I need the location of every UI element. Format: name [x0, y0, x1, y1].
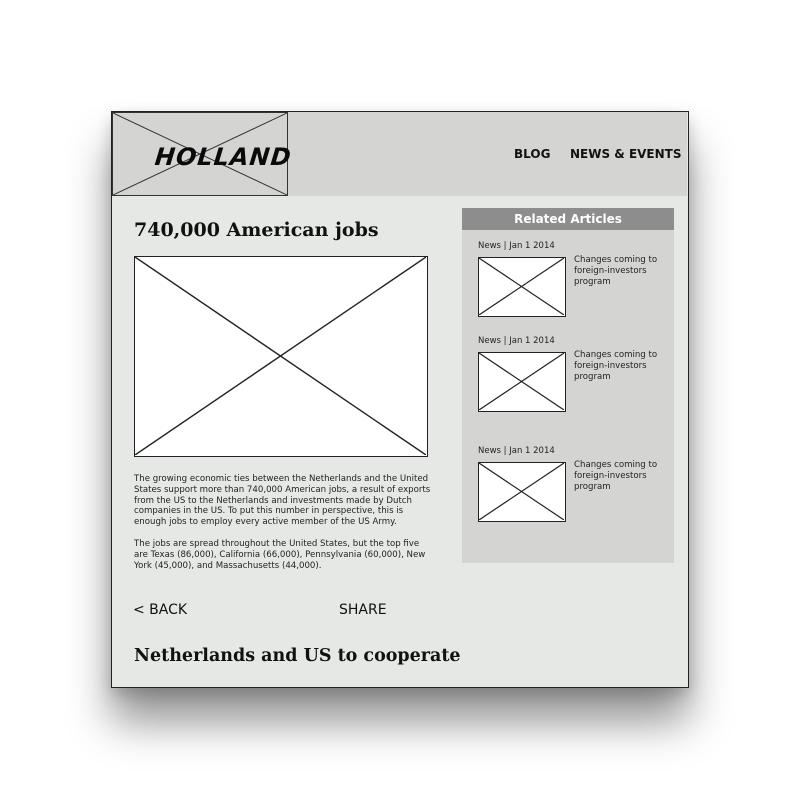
next-article-title[interactable]: Netherlands and US to cooperate — [134, 646, 461, 666]
article-title: 740,000 American jobs — [134, 219, 379, 241]
article-paragraph: The jobs are spread throughout the Unite… — [134, 539, 426, 571]
article-thumbnail[interactable] — [478, 462, 566, 522]
share-button[interactable]: SHARE — [339, 602, 387, 618]
article-paragraph: The growing economic ties between the Ne… — [134, 474, 431, 528]
placeholder-image-icon — [479, 463, 564, 520]
related-article-title[interactable]: Changes coming to foreign-investors prog… — [574, 255, 668, 287]
placeholder-image-icon — [479, 258, 564, 315]
logo-text: HOLLAND — [153, 143, 294, 171]
placeholder-image-icon — [135, 257, 426, 455]
related-articles-heading: Related Articles — [462, 208, 674, 230]
placeholder-image-icon — [479, 353, 564, 410]
nav-news-events[interactable]: NEWS & EVENTS — [570, 147, 682, 161]
article-meta: News | Jan 1 2014 — [478, 336, 555, 346]
article-thumbnail[interactable] — [478, 257, 566, 317]
article-thumbnail[interactable] — [478, 352, 566, 412]
logo-placeholder[interactable]: HOLLAND — [112, 112, 293, 196]
site-header: HOLLAND BLOG NEWS & EVENTS — [112, 112, 687, 196]
nav-blog[interactable]: BLOG — [514, 147, 550, 161]
related-article-title[interactable]: Changes coming to foreign-investors prog… — [574, 350, 668, 382]
hero-image-placeholder — [134, 256, 428, 457]
article-meta: News | Jan 1 2014 — [478, 446, 555, 456]
page-frame: HOLLAND BLOG NEWS & EVENTS 740,000 Ameri… — [111, 111, 689, 688]
related-articles-panel: Related Articles News | Jan 1 2014 Chang… — [462, 208, 674, 563]
related-article-title[interactable]: Changes coming to foreign-investors prog… — [574, 460, 668, 492]
back-button[interactable]: < BACK — [133, 602, 187, 618]
article-meta: News | Jan 1 2014 — [478, 241, 555, 251]
